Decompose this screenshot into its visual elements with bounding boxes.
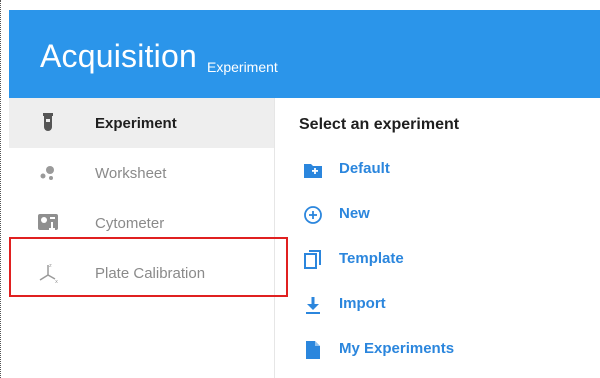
sidebar-item-plate-calibration[interactable]: z x Plate Calibration	[9, 248, 274, 298]
sidebar-item-experiment[interactable]: Experiment	[9, 98, 274, 148]
axes-icon: z x	[37, 262, 59, 284]
page-title: Select an experiment	[299, 116, 460, 133]
action-my-experiments[interactable]: My Experiments	[275, 330, 600, 370]
sidebar: Experiment Worksheet Cytometer z x Plate…	[9, 98, 275, 378]
document-icon	[303, 340, 323, 360]
svg-text:x: x	[55, 279, 58, 284]
sidebar-item-label: Worksheet	[95, 164, 167, 182]
action-label: Import	[339, 295, 386, 312]
sidebar-item-label: Experiment	[95, 114, 177, 132]
app-header: Acquisition Experiment	[9, 10, 600, 98]
action-new[interactable]: New	[275, 195, 600, 235]
action-label: My Experiments	[339, 340, 455, 357]
circle-plus-icon	[303, 205, 323, 225]
dots-cluster-icon	[37, 162, 59, 184]
action-label: New	[339, 205, 370, 222]
main-panel: Select an experiment Default New Templat…	[275, 98, 600, 378]
sidebar-item-cytometer[interactable]: Cytometer	[9, 198, 274, 248]
action-import[interactable]: Import	[275, 285, 600, 325]
action-label: Template	[339, 250, 404, 267]
cytometer-icon	[37, 212, 59, 234]
sidebar-item-label: Cytometer	[95, 214, 165, 232]
folder-add-icon	[303, 160, 323, 180]
download-icon	[303, 295, 323, 315]
test-tube-icon	[37, 112, 59, 134]
app-subtitle: Experiment	[207, 59, 278, 75]
action-default[interactable]: Default	[275, 150, 600, 190]
sidebar-item-label: Plate Calibration	[95, 264, 206, 282]
copy-icon	[303, 250, 323, 270]
action-label: Default	[339, 160, 390, 177]
action-template[interactable]: Template	[275, 240, 600, 280]
app-title: Acquisition	[40, 38, 197, 74]
sidebar-item-worksheet[interactable]: Worksheet	[9, 148, 274, 198]
svg-text:z: z	[49, 263, 52, 269]
